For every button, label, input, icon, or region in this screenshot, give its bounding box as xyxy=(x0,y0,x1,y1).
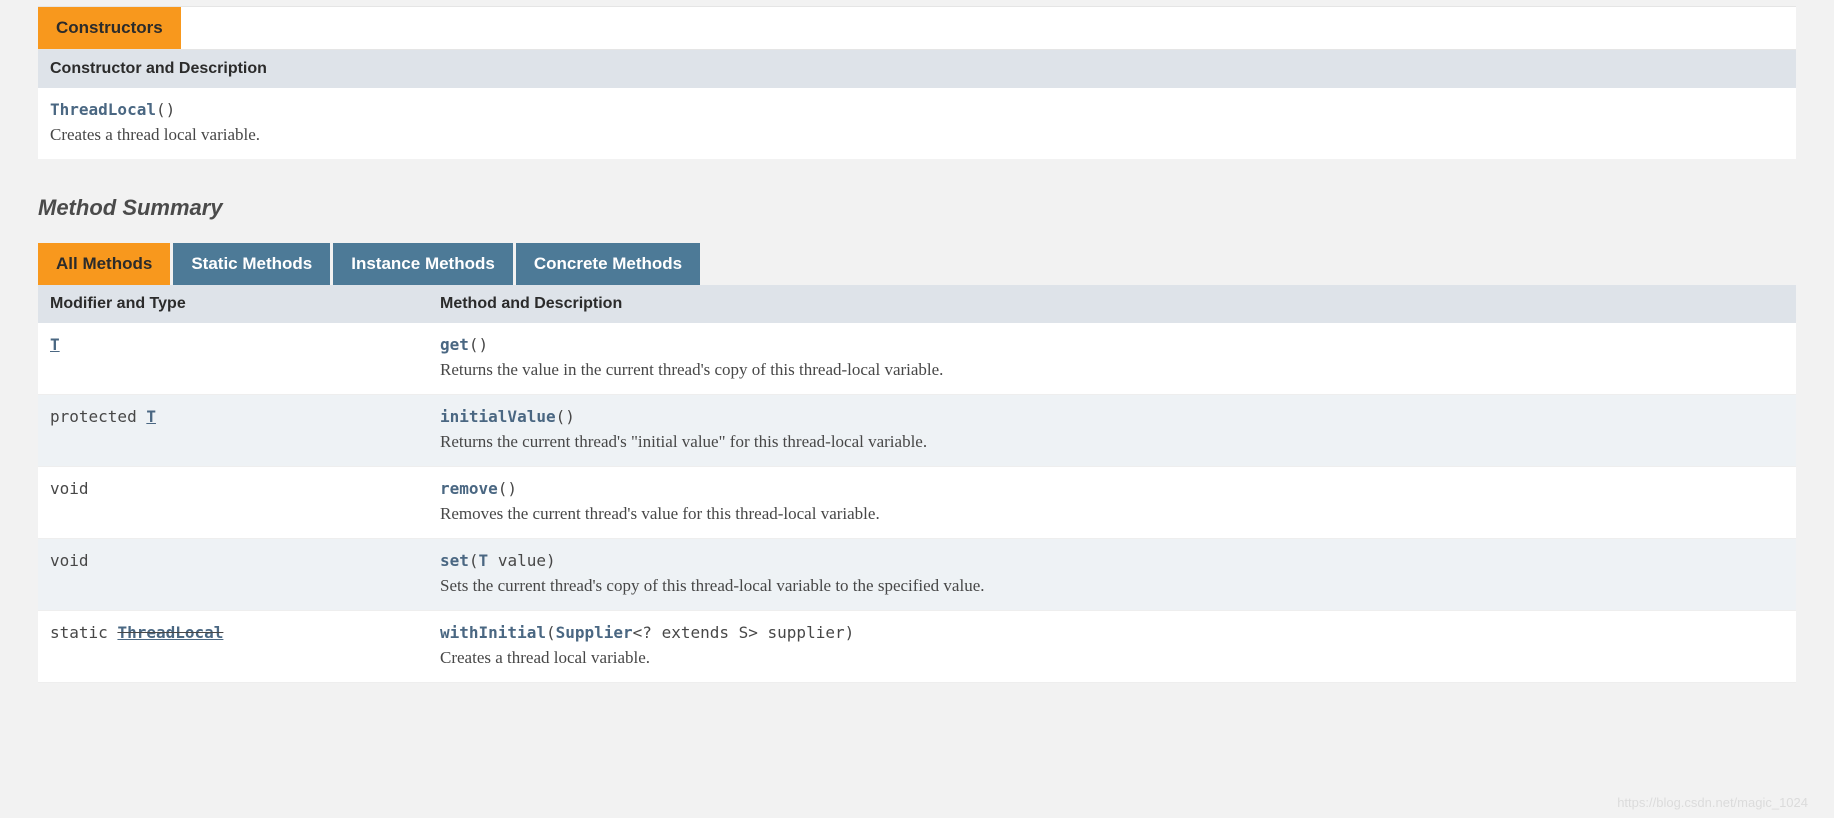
method-cell: set(T value) Sets the current thread's co… xyxy=(428,539,1796,611)
modifier-cell: void xyxy=(38,467,428,539)
type-link[interactable]: T xyxy=(50,335,60,354)
method-desc: Removes the current thread's value for t… xyxy=(440,504,1784,524)
constructor-sig-suffix: () xyxy=(156,100,175,119)
method-cell: withInitial(Supplier<? extends S> suppli… xyxy=(428,611,1796,683)
constructor-row: ThreadLocal() Creates a thread local var… xyxy=(38,88,1796,159)
modifier-text: void xyxy=(50,479,89,498)
modifier-cell: protected T xyxy=(38,395,428,467)
method-link[interactable]: set xyxy=(440,551,469,570)
modifier-cell: static ThreadLocal xyxy=(38,611,428,683)
watermark: https://blog.csdn.net/magic_1024 xyxy=(1617,795,1808,810)
modifier-text: T xyxy=(50,335,60,354)
modifier-text: void xyxy=(50,551,89,570)
method-link[interactable]: initialValue xyxy=(440,407,556,426)
type-link[interactable]: ThreadLocal xyxy=(117,623,223,642)
col-modifier-header: Modifier and Type xyxy=(38,285,428,323)
method-cell: remove() Removes the current thread's val… xyxy=(428,467,1796,539)
type-link[interactable]: Supplier xyxy=(556,623,633,642)
tab-concrete-methods[interactable]: Concrete Methods xyxy=(516,243,700,285)
method-cell: initialValue() Returns the current thread… xyxy=(428,395,1796,467)
method-cell: get() Returns the value in the current th… xyxy=(428,323,1796,395)
tab-static-methods[interactable]: Static Methods xyxy=(173,243,330,285)
method-desc: Sets the current thread's copy of this t… xyxy=(440,576,1784,596)
constructor-desc: Creates a thread local variable. xyxy=(50,125,1784,145)
method-table-head-row: Modifier and Type Method and Description xyxy=(38,285,1796,323)
method-signature: withInitial(Supplier<? extends S> suppli… xyxy=(440,623,854,642)
method-row: protected T initialValue() Returns the cur… xyxy=(38,395,1796,467)
method-desc: Returns the current thread's "initial va… xyxy=(440,432,1784,452)
modifier-text: protected T xyxy=(50,407,156,426)
type-link[interactable]: T xyxy=(146,407,156,426)
method-row: Tget() Returns the value in the current t… xyxy=(38,323,1796,395)
tab-instance-methods[interactable]: Instance Methods xyxy=(333,243,513,285)
constructor-signature: ThreadLocal() xyxy=(50,100,175,119)
method-table: Modifier and Type Method and Description… xyxy=(38,285,1796,683)
method-tabs: All MethodsStatic MethodsInstance Method… xyxy=(38,243,1796,285)
constructor-link[interactable]: ThreadLocal xyxy=(50,100,156,119)
method-link[interactable]: get xyxy=(440,335,469,354)
method-summary-heading: Method Summary xyxy=(38,195,1796,221)
modifier-cell: T xyxy=(38,323,428,395)
method-desc: Creates a thread local variable. xyxy=(440,648,1784,668)
method-row: void remove() Removes the current thread's… xyxy=(38,467,1796,539)
modifier-text: static ThreadLocal xyxy=(50,623,223,642)
method-row: void set(T value) Sets the current thread'… xyxy=(38,539,1796,611)
method-signature: set(T value) xyxy=(440,551,556,570)
method-signature: remove() xyxy=(440,479,517,498)
tab-all-methods: All Methods xyxy=(38,243,170,285)
type-link[interactable]: T xyxy=(479,551,489,570)
constructors-caption: Constructors xyxy=(38,7,181,49)
constructors-panel: Constructors Constructor and Description… xyxy=(38,6,1796,159)
method-signature: initialValue() xyxy=(440,407,575,426)
method-desc: Returns the value in the current thread'… xyxy=(440,360,1784,380)
method-row: static ThreadLocal withInitial(Supplier<?… xyxy=(38,611,1796,683)
method-link[interactable]: withInitial xyxy=(440,623,546,642)
constructors-caption-row: Constructors xyxy=(38,7,1796,50)
method-link[interactable]: remove xyxy=(440,479,498,498)
constructors-header: Constructor and Description xyxy=(38,50,1796,88)
col-method-header: Method and Description xyxy=(428,285,1796,323)
modifier-cell: void xyxy=(38,539,428,611)
method-signature: get() xyxy=(440,335,488,354)
